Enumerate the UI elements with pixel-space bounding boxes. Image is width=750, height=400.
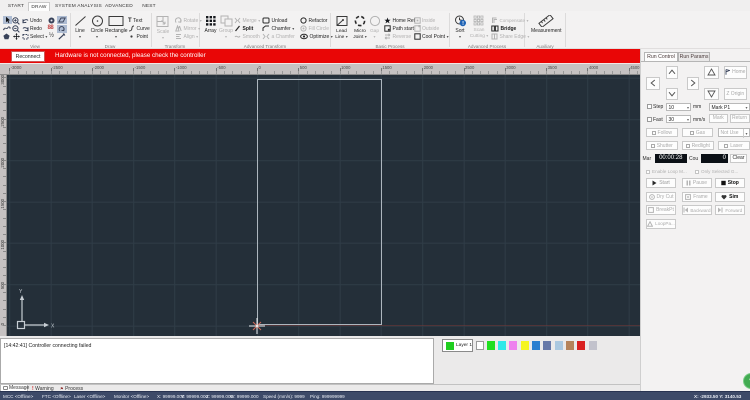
svg-text:X: X	[51, 323, 55, 329]
svg-text:Y: Y	[19, 289, 23, 295]
svg-text:!: !	[462, 21, 464, 27]
